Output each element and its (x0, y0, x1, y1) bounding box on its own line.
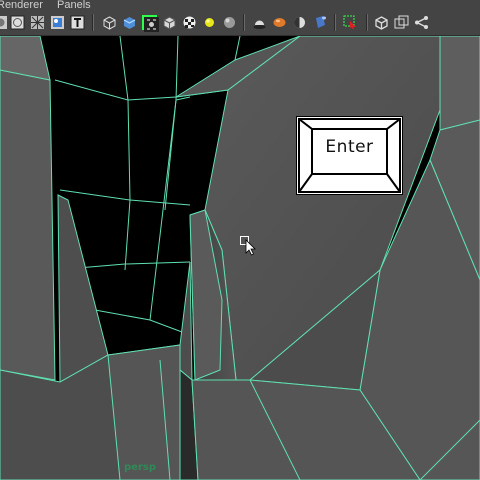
half-sphere-icon[interactable] (292, 15, 307, 30)
wireframe-cube-icon[interactable] (102, 15, 117, 30)
menu-bar: Renderer Panels (0, 0, 480, 11)
xray-icon[interactable] (30, 15, 45, 30)
camera-cube-icon[interactable] (374, 15, 389, 30)
mouse-cursor-icon (240, 236, 260, 258)
checker-icon[interactable] (182, 15, 197, 30)
toolbar-divider (92, 14, 94, 31)
shadow-icon[interactable] (252, 15, 267, 30)
menu-panels[interactable]: Panels (57, 0, 91, 11)
camera-label: persp (124, 462, 156, 473)
menu-renderer[interactable]: Renderer (0, 0, 43, 11)
share-icon[interactable] (414, 15, 429, 30)
select-highlight-icon[interactable] (343, 15, 358, 30)
enter-key-label: Enter (325, 137, 374, 157)
text-icon[interactable] (70, 15, 85, 30)
isolate-icon[interactable] (142, 15, 159, 32)
wireframe-icon[interactable] (10, 15, 25, 30)
light-icon[interactable] (202, 15, 217, 30)
frame-icon[interactable] (394, 15, 409, 30)
toolbar-divider (366, 14, 368, 31)
textured-icon[interactable] (50, 15, 65, 30)
sphere-icon[interactable] (222, 15, 237, 30)
shading-icon[interactable] (0, 15, 8, 30)
enter-key-overlay: Enter (296, 116, 403, 195)
toolbar-divider (243, 14, 245, 31)
cylinder-icon[interactable] (312, 15, 327, 30)
smooth-shade-icon[interactable] (122, 15, 137, 30)
default-material-icon[interactable] (162, 15, 177, 30)
toolbar-divider (334, 14, 336, 31)
material-ball-icon[interactable] (272, 15, 287, 30)
panel-toolbar (0, 11, 480, 36)
